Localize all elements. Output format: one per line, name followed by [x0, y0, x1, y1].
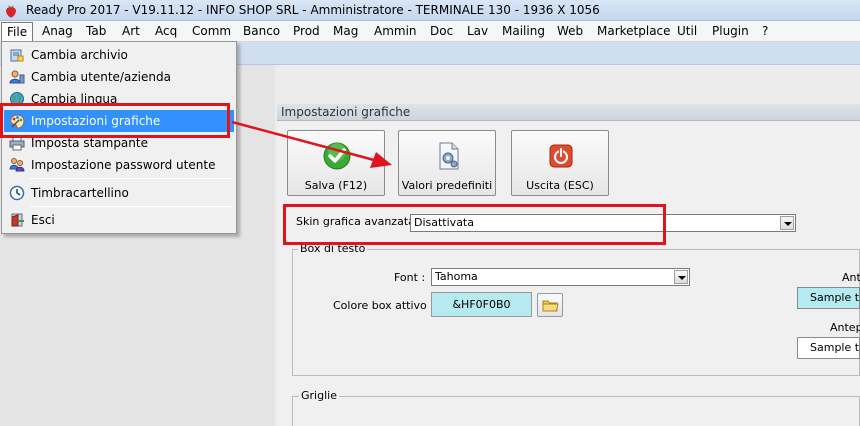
annotation-arrow — [231, 120, 392, 168]
